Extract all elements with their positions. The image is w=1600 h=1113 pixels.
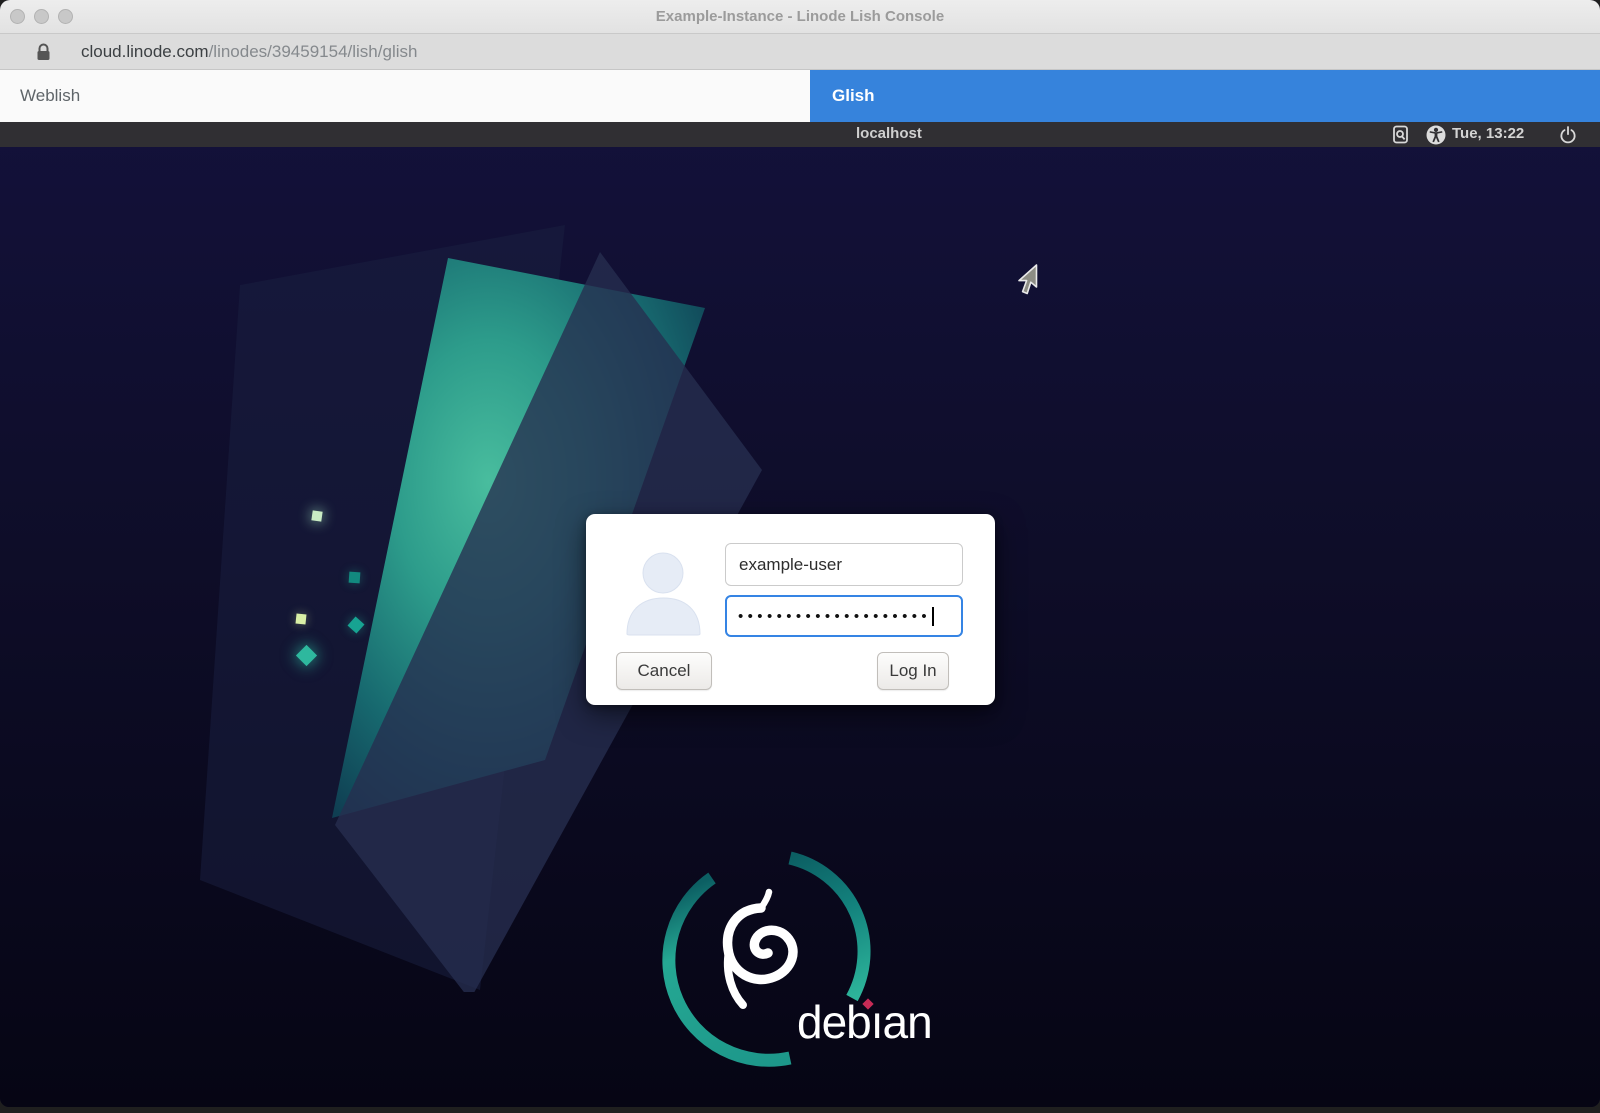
- url-host: cloud.linode.com: [81, 42, 209, 61]
- user-avatar: [624, 550, 704, 636]
- cursor-pointer-icon: [1016, 263, 1042, 299]
- screen-magnifier-icon[interactable]: [1391, 125, 1410, 144]
- cancel-button[interactable]: Cancel: [616, 652, 712, 690]
- accessibility-icon[interactable]: [1426, 125, 1446, 145]
- hostname-label: localhost: [856, 125, 922, 142]
- password-field[interactable]: ••••••••••••••••••••: [725, 595, 963, 637]
- lock-icon: [36, 43, 51, 61]
- url-path: /linodes/39459154/lish/glish: [209, 42, 418, 61]
- window-title: Example-Instance - Linode Lish Console: [0, 8, 1600, 25]
- tab-weblish[interactable]: Weblish: [0, 70, 810, 122]
- debian-wordmark: debıan: [797, 998, 932, 1046]
- username-input[interactable]: [726, 544, 962, 585]
- lish-tab-bar: Weblish Glish: [0, 70, 1600, 122]
- tab-glish-label: Glish: [832, 86, 875, 106]
- url-bar[interactable]: cloud.linode.com/linodes/39459154/lish/g…: [0, 34, 1600, 70]
- glow-square: [311, 510, 322, 521]
- clock-label[interactable]: Tue, 13:22: [1452, 125, 1524, 142]
- tab-weblish-label: Weblish: [20, 86, 80, 106]
- traffic-lights: [10, 9, 73, 24]
- cancel-button-label: Cancel: [638, 661, 691, 681]
- wordmark-deb: deb: [797, 996, 871, 1048]
- password-masked-value: ••••••••••••••••••••: [738, 609, 931, 624]
- username-field[interactable]: [725, 543, 963, 586]
- close-window-button[interactable]: [10, 9, 25, 24]
- text-caret: [932, 607, 934, 626]
- login-dialog: •••••••••••••••••••• Cancel Log In: [586, 514, 995, 705]
- glish-remote-screen: localhost Tue, 13:22: [0, 122, 1600, 1107]
- tab-glish[interactable]: Glish: [810, 70, 1600, 122]
- glow-square: [296, 614, 307, 625]
- glow-square: [349, 572, 361, 584]
- minimize-window-button[interactable]: [34, 9, 49, 24]
- url-text[interactable]: cloud.linode.com/linodes/39459154/lish/g…: [81, 42, 417, 62]
- zoom-window-button[interactable]: [58, 9, 73, 24]
- log-in-button[interactable]: Log In: [877, 652, 949, 690]
- power-icon[interactable]: [1558, 125, 1578, 145]
- log-in-button-label: Log In: [889, 661, 936, 681]
- wordmark-an: an: [883, 996, 932, 1048]
- browser-window: Example-Instance - Linode Lish Console c…: [0, 0, 1600, 1107]
- titlebar: Example-Instance - Linode Lish Console: [0, 0, 1600, 34]
- gnome-top-bar: localhost Tue, 13:22: [0, 122, 1600, 147]
